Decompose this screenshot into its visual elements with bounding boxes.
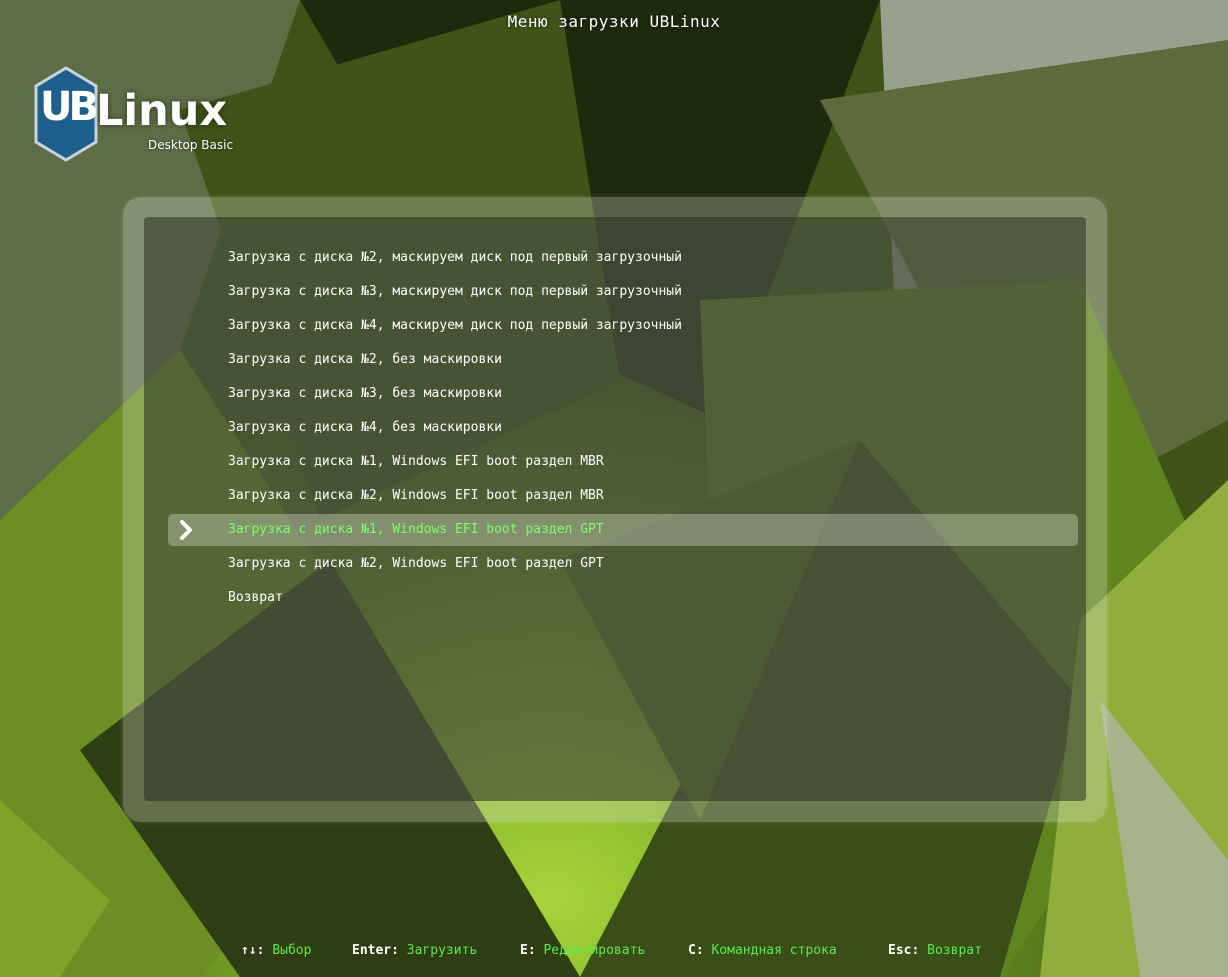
hint-action: Выбор <box>272 943 312 958</box>
menu-item[interactable]: Загрузка с диска №4, без маскировки <box>168 411 1078 445</box>
hint-command-line: C: Командная строка <box>688 943 837 958</box>
menu-item-label: Загрузка с диска №1, Windows EFI boot ра… <box>228 522 604 537</box>
menu-item-label: Загрузка с диска №4, маскируем диск под … <box>228 318 682 333</box>
menu-item-label: Загрузка с диска №2, Windows EFI boot ра… <box>228 556 604 571</box>
menu-item[interactable]: Загрузка с диска №3, без маскировки <box>168 377 1078 411</box>
menu-item[interactable]: Загрузка с диска №2, без маскировки <box>168 343 1078 377</box>
menu-item-label: Загрузка с диска №4, без маскировки <box>228 420 502 435</box>
hint-key: ↑↓: <box>241 943 265 958</box>
menu-item-return[interactable]: Возврат <box>168 581 1078 615</box>
hint-key: C: <box>688 943 704 958</box>
menu-item-selected[interactable]: Загрузка с диска №1, Windows EFI boot ра… <box>168 514 1078 546</box>
hint-key: Enter: <box>352 943 399 958</box>
hint-action: Командная строка <box>711 943 837 958</box>
menu-item-label: Загрузка с диска №2, без маскировки <box>228 352 502 367</box>
ublinux-logo: UB Linux Desktop Basic <box>34 66 234 166</box>
menu-item[interactable]: Загрузка с диска №4, маскируем диск под … <box>168 309 1078 343</box>
menu-item[interactable]: Загрузка с диска №2, Windows EFI boot ра… <box>168 547 1078 581</box>
hint-boot: Enter: Загрузить <box>352 943 477 958</box>
page-title: Меню загрузки UBLinux <box>507 12 721 31</box>
menu-item[interactable]: Загрузка с диска №3, маскируем диск под … <box>168 275 1078 309</box>
logo-name: Linux <box>96 86 228 136</box>
menu-item-label: Загрузка с диска №2, Windows EFI boot ра… <box>228 488 604 503</box>
menu-item-label: Загрузка с диска №2, маскируем диск под … <box>228 250 682 265</box>
menu-item[interactable]: Загрузка с диска №2, маскируем диск под … <box>168 241 1078 275</box>
menu-item-label: Возврат <box>228 590 283 605</box>
hint-action: Возврат <box>927 943 982 958</box>
hint-action: Редактировать <box>543 943 646 958</box>
hint-key: Esc: <box>888 943 920 958</box>
hint-key: E: <box>520 943 536 958</box>
logo-edition: Desktop Basic <box>148 138 234 152</box>
menu-item[interactable]: Загрузка с диска №2, Windows EFI boot ра… <box>168 479 1078 513</box>
menu-item-label: Загрузка с диска №3, без маскировки <box>228 386 502 401</box>
key-hints: ↑↓: Выбор Enter: Загрузить E: Редактиров… <box>0 943 1228 963</box>
hint-action: Загрузить <box>406 943 478 958</box>
menu-item[interactable]: Загрузка с диска №1, Windows EFI boot ра… <box>168 445 1078 479</box>
hint-select: ↑↓: Выбор <box>241 943 311 958</box>
chevron-right-icon <box>180 520 192 540</box>
boot-menu: Загрузка с диска №2, маскируем диск под … <box>168 241 1078 615</box>
hint-return: Esc: Возврат <box>888 943 982 958</box>
menu-item-label: Загрузка с диска №3, маскируем диск под … <box>228 284 682 299</box>
boot-menu-screen: Меню загрузки UBLinux UB Linux Desktop B… <box>0 0 1228 977</box>
menu-item-label: Загрузка с диска №1, Windows EFI boot ра… <box>228 454 604 469</box>
logo-mark: UB <box>40 84 99 130</box>
hint-edit: E: Редактировать <box>520 943 645 958</box>
